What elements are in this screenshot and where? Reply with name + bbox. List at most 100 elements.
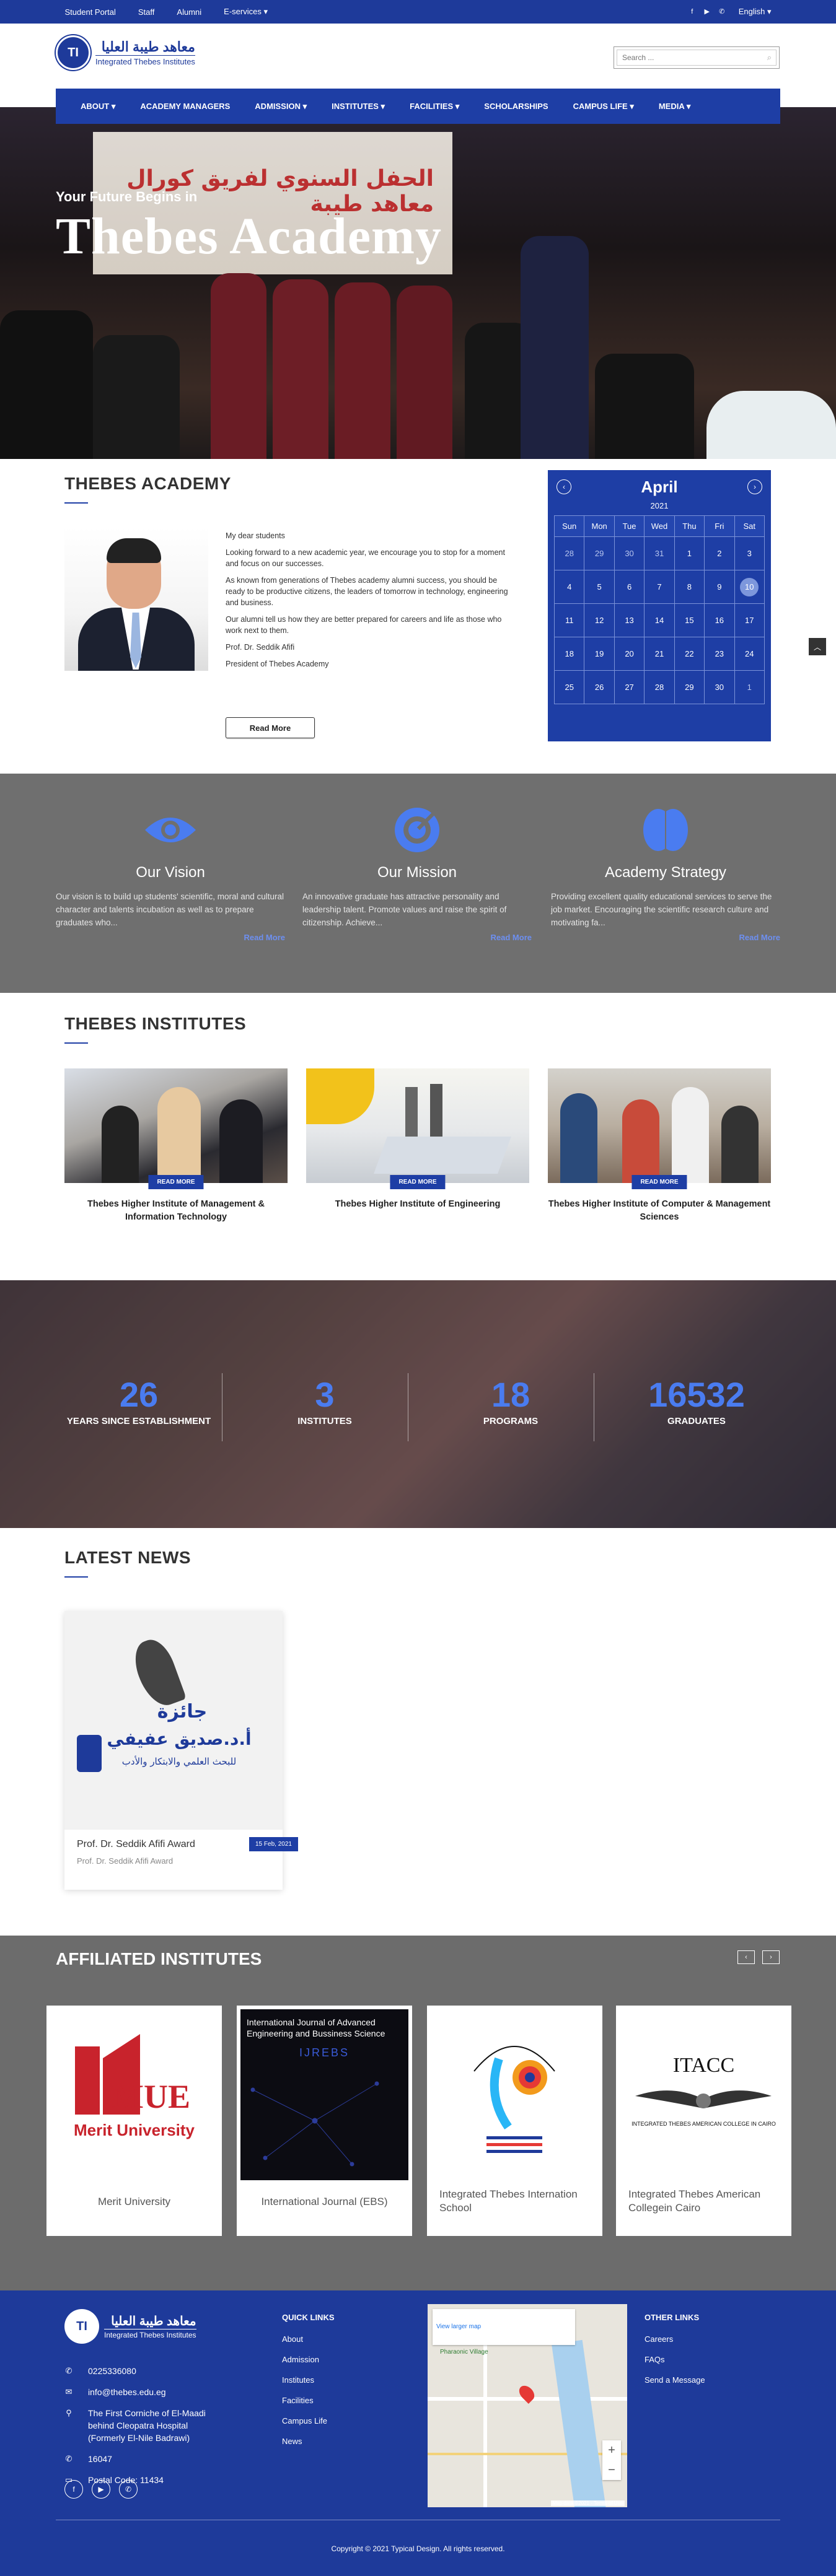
news-title: LATEST NEWS	[64, 1548, 191, 1567]
calendar-day[interactable]: 23	[704, 637, 735, 671]
footer-link-faqs[interactable]: FAQs	[645, 2355, 705, 2364]
calendar-day[interactable]: 2	[704, 536, 735, 570]
footer-link-about[interactable]: About	[282, 2334, 335, 2344]
calendar-day[interactable]: 17	[734, 603, 765, 637]
affiliate-card[interactable]: MUE Merit University Merit University	[46, 2006, 222, 2236]
calendar-day[interactable]: 3	[734, 536, 765, 570]
calendar-day[interactable]: 27	[614, 670, 645, 704]
search-icon[interactable]: ⌕	[767, 53, 772, 63]
calendar-day[interactable]: 22	[674, 637, 705, 671]
calendar-day[interactable]: 16	[704, 603, 735, 637]
calendar-day[interactable]: 18	[553, 637, 585, 671]
view-larger-map-link[interactable]: View larger map	[436, 2323, 571, 2330]
institute-image[interactable]	[306, 1068, 529, 1183]
zoom-in-icon[interactable]: +	[608, 2443, 615, 2458]
other-links: OTHER LINKS Careers FAQs Send a Message	[645, 2313, 705, 2396]
search-input[interactable]	[617, 50, 777, 66]
institute-image[interactable]	[548, 1068, 771, 1183]
contact-email[interactable]: info@thebes.edu.eg	[88, 2386, 166, 2398]
calendar-day[interactable]: 28	[644, 670, 675, 704]
institute-read-more-button[interactable]: READ MORE	[390, 1175, 446, 1189]
calendar-day[interactable]: 21	[644, 637, 675, 671]
selected-day[interactable]: 10	[740, 577, 759, 596]
footer-link-facilities[interactable]: Facilities	[282, 2396, 335, 2405]
nav-academy-managers[interactable]: Academy Managers	[128, 102, 242, 111]
contact-hotline[interactable]: 16047	[88, 2453, 112, 2465]
calendar-day[interactable]: 24	[734, 637, 765, 671]
calendar-day[interactable]: 9	[704, 570, 735, 604]
calendar-day[interactable]: 7	[644, 570, 675, 604]
student-portal-link[interactable]: Student Portal	[65, 7, 116, 17]
facebook-icon[interactable]: f	[688, 7, 697, 16]
calendar-day[interactable]: 30	[704, 670, 735, 704]
calendar-day[interactable]: 10	[734, 570, 765, 604]
footer-link-campus-life[interactable]: Campus Life	[282, 2416, 335, 2425]
nav-about[interactable]: About ▾	[68, 102, 128, 111]
youtube-icon[interactable]: ▶	[703, 7, 711, 16]
affiliate-card[interactable]: ITACC INTEGRATED THEBES AMERICAN COLLEGE…	[616, 2006, 791, 2236]
whatsapp-icon[interactable]: ✆	[119, 2480, 138, 2499]
calendar-day[interactable]: 19	[584, 637, 615, 671]
calendar-day[interactable]: 29	[674, 670, 705, 704]
e-services-dropdown[interactable]: E-services ▾	[224, 7, 268, 17]
scroll-to-top-button[interactable]: ︿	[809, 638, 826, 655]
whatsapp-icon[interactable]: ✆	[718, 7, 726, 16]
nav-facilities[interactable]: Facilities ▾	[397, 102, 472, 111]
youtube-icon[interactable]: ▶	[92, 2480, 110, 2499]
calendar-day[interactable]: 20	[614, 637, 645, 671]
calendar-day[interactable]: 28	[553, 536, 585, 570]
strategy-read-more-link[interactable]: Read More	[551, 933, 780, 942]
calendar-day[interactable]: 15	[674, 603, 705, 637]
calendar-day[interactable]: 14	[644, 603, 675, 637]
footer-logo[interactable]: TI معاهد طيبة العليا Integrated Thebes I…	[64, 2309, 196, 2344]
nav-admission[interactable]: Admission ▾	[242, 102, 319, 111]
calendar-day[interactable]: 25	[553, 670, 585, 704]
calendar-day[interactable]: 12	[584, 603, 615, 637]
calendar-day[interactable]: 1	[734, 670, 765, 704]
calendar-day[interactable]: 29	[584, 536, 615, 570]
affiliate-card[interactable]: Integrated Thebes Internation School	[427, 2006, 602, 2236]
calendar-day[interactable]: 8	[674, 570, 705, 604]
nav-institutes[interactable]: Institutes ▾	[319, 102, 397, 111]
calendar-day[interactable]: 4	[553, 570, 585, 604]
zoom-out-icon[interactable]: −	[608, 2463, 615, 2478]
location-map[interactable]: Pharaonic Village معهد طيبة العالي للهند…	[428, 2304, 627, 2507]
affiliate-card[interactable]: International Journal of Advanced Engine…	[237, 2006, 412, 2236]
news-card-title[interactable]: Prof. Dr. Seddik Afifi Award	[77, 1839, 195, 1850]
institute-image[interactable]	[64, 1068, 288, 1183]
mission-read-more-link[interactable]: Read More	[302, 933, 532, 942]
news-card[interactable]: جائزة أ.د.صديق عفيفي للبحث العلمي والابت…	[64, 1611, 298, 1890]
prev-month-icon[interactable]: ‹	[557, 479, 571, 494]
footer-link-news[interactable]: News	[282, 2437, 335, 2446]
institute-read-more-button[interactable]: READ MORE	[631, 1175, 687, 1189]
nav-scholarships[interactable]: Scholarships	[472, 102, 560, 111]
calendar-day[interactable]: 6	[614, 570, 645, 604]
map-zoom-controls[interactable]: + −	[602, 2440, 621, 2480]
calendar-day[interactable]: 30	[614, 536, 645, 570]
staff-link[interactable]: Staff	[138, 7, 155, 17]
carousel-next-icon[interactable]: ›	[762, 1950, 780, 1964]
footer-link-send-message[interactable]: Send a Message	[645, 2375, 705, 2385]
calendar-day[interactable]: 31	[644, 536, 675, 570]
institute-read-more-button[interactable]: READ MORE	[148, 1175, 204, 1189]
calendar-day[interactable]: 1	[674, 536, 705, 570]
site-logo[interactable]: TI معاهد طيبة العليا Integrated Thebes I…	[56, 35, 195, 70]
next-month-icon[interactable]: ›	[747, 479, 762, 494]
nav-media[interactable]: Media ▾	[646, 102, 703, 111]
alumni-link[interactable]: Alumni	[177, 7, 201, 17]
nav-campus-life[interactable]: Campus Life ▾	[561, 102, 646, 111]
calendar-day[interactable]: 5	[584, 570, 615, 604]
calendar-day[interactable]: 26	[584, 670, 615, 704]
footer-link-admission[interactable]: Admission	[282, 2355, 335, 2364]
footer-link-careers[interactable]: Careers	[645, 2334, 705, 2344]
read-more-button[interactable]: Read More	[226, 717, 315, 738]
news-image[interactable]: جائزة أ.د.صديق عفيفي للبحث العلمي والابت…	[64, 1611, 283, 1830]
calendar-day[interactable]: 11	[553, 603, 585, 637]
calendar-day[interactable]: 13	[614, 603, 645, 637]
carousel-prev-icon[interactable]: ‹	[737, 1950, 755, 1964]
language-dropdown[interactable]: English ▾	[739, 7, 772, 17]
footer-link-institutes[interactable]: Institutes	[282, 2375, 335, 2385]
facebook-icon[interactable]: f	[64, 2480, 83, 2499]
contact-phone[interactable]: 0225336080	[88, 2365, 136, 2377]
vision-read-more-link[interactable]: Read More	[56, 933, 285, 942]
